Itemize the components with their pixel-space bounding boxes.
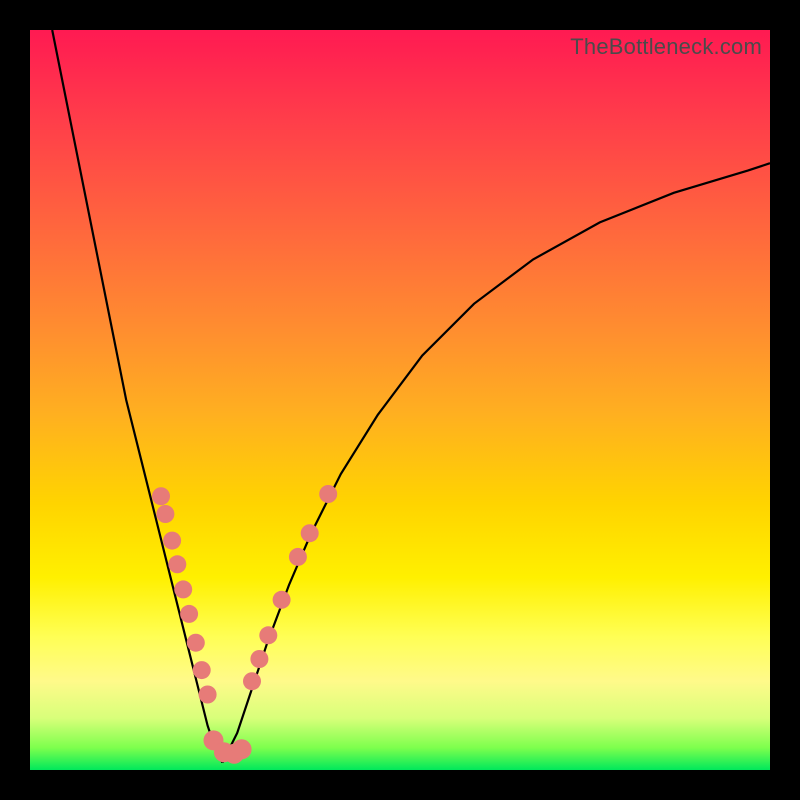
data-marker: [187, 634, 205, 652]
markers-bottom-group: [204, 730, 252, 763]
data-marker: [273, 591, 291, 609]
data-marker: [243, 672, 261, 690]
data-marker: [180, 605, 198, 623]
data-marker: [319, 485, 337, 503]
markers-left-group: [152, 487, 217, 703]
plot-area: TheBottleneck.com: [30, 30, 770, 770]
data-marker: [301, 524, 319, 542]
curve-right: [222, 163, 770, 762]
data-marker: [152, 487, 170, 505]
data-marker: [163, 532, 181, 550]
curve-left: [52, 30, 222, 763]
chart-frame: TheBottleneck.com: [0, 0, 800, 800]
data-marker: [156, 505, 174, 523]
data-marker: [174, 580, 192, 598]
data-marker: [259, 626, 277, 644]
data-marker: [250, 650, 268, 668]
data-marker: [193, 661, 211, 679]
data-marker: [168, 555, 186, 573]
chart-overlay: [30, 30, 770, 770]
data-marker: [289, 548, 307, 566]
data-marker: [199, 686, 217, 704]
data-marker: [232, 739, 252, 759]
markers-right-group: [243, 485, 337, 690]
